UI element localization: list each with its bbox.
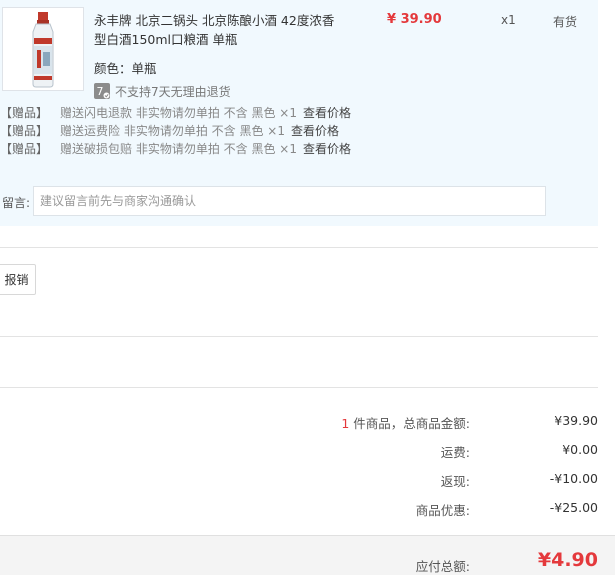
gift-desc: 赠送破损包赔 非实物请勿单拍 不含 黑色 ×1 <box>60 142 297 156</box>
view-price-link[interactable]: 查看价格 <box>303 142 351 156</box>
cashback-label: 返现: <box>440 474 470 489</box>
seven-icon-number: 7 <box>97 85 104 98</box>
item-color: 颜色：单瓶 <box>94 61 157 76</box>
item-price: ¥ 39.90 <box>387 12 442 27</box>
stock-status: 有货 <box>553 15 578 29</box>
shipping-row: 运费: ¥0.00 <box>0 442 615 460</box>
product-title[interactable]: 永丰牌 北京二锅头 北京陈酿小酒 42度浓香型白酒150ml口粮酒 单瓶 <box>94 11 344 49</box>
payable-total-bar: 应付总额: ¥4.90 <box>0 535 615 575</box>
goods-total-value: ¥39.90 <box>554 413 598 428</box>
view-price-link[interactable]: 查看价格 <box>303 106 351 120</box>
no-seven-day-return-icon: 7 <box>94 83 110 99</box>
cashback-value: -¥10.00 <box>549 471 598 486</box>
discount-label: 商品优惠: <box>415 503 470 518</box>
gift-row: 【赠品】 赠送闪电退款 非实物请勿单拍 不含 黑色 ×1 查看价格 <box>0 104 351 121</box>
section-divider <box>0 336 598 337</box>
gift-desc: 赠送运费险 非实物请勿单拍 不含 黑色 ×1 <box>60 124 285 138</box>
return-policy-text: 不支持7天无理由退货 <box>115 84 231 99</box>
gift-tag: 【赠品】 <box>0 142 49 156</box>
invoice-button[interactable]: 报销 <box>0 264 36 295</box>
section-divider <box>0 247 598 248</box>
item-quantity: x1 <box>501 13 516 27</box>
discount-row: 商品优惠: -¥25.00 <box>0 500 615 518</box>
payable-label: 应付总额: <box>415 559 470 574</box>
seller-note-input[interactable] <box>33 186 546 216</box>
gift-tag: 【赠品】 <box>0 124 49 138</box>
discount-value: -¥25.00 <box>549 500 598 515</box>
order-item-panel: 永丰牌 北京二锅头 北京陈酿小酒 42度浓香型白酒150ml口粮酒 单瓶 ¥ 3… <box>0 0 598 226</box>
payable-value: ¥4.90 <box>537 549 598 571</box>
goods-total-row: 1 件商品，总商品金额: ¥39.90 <box>0 413 615 431</box>
product-thumbnail[interactable] <box>2 7 84 91</box>
gift-row: 【赠品】 赠送破损包赔 非实物请勿单拍 不含 黑色 ×1 查看价格 <box>0 140 351 157</box>
goods-total-label-text: 件商品，总商品金额: <box>349 416 470 431</box>
goods-total-label: 1 件商品，总商品金额: <box>341 413 470 432</box>
note-label: 留言: <box>2 196 31 210</box>
gift-row: 【赠品】 赠送运费险 非实物请勿单拍 不含 黑色 ×1 查看价格 <box>0 122 339 139</box>
cashback-row: 返现: -¥10.00 <box>0 471 615 489</box>
gift-tag: 【赠品】 <box>0 106 49 120</box>
view-price-link[interactable]: 查看价格 <box>291 124 339 138</box>
shipping-label: 运费: <box>440 445 470 460</box>
liquor-bottle-image <box>32 12 54 88</box>
section-divider <box>0 387 598 388</box>
return-policy: 7 不支持7天无理由退货 <box>94 82 231 100</box>
gift-desc: 赠送闪电退款 非实物请勿单拍 不含 黑色 ×1 <box>60 106 297 120</box>
shipping-value: ¥0.00 <box>562 442 598 457</box>
